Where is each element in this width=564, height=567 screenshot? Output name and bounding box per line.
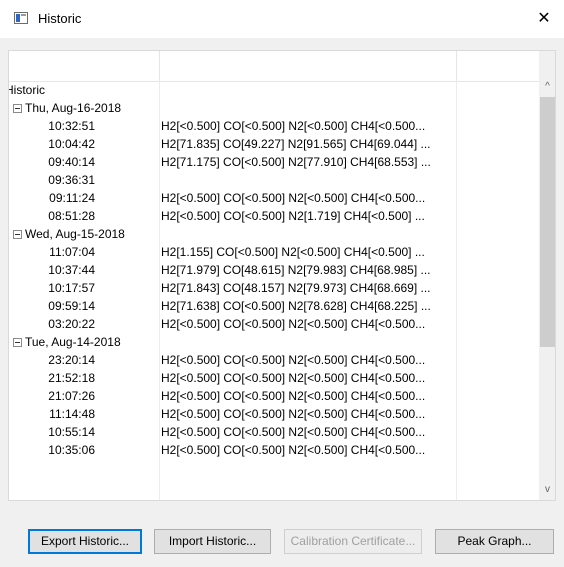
time-cell: 21:52:18 [48,371,95,385]
collapse-icon[interactable] [13,338,22,347]
time-cell: 10:37:44 [48,263,95,277]
value-cell: H2[<0.500] CO[<0.500] N2[<0.500] CH4[<0.… [161,371,426,385]
value-cell [160,171,457,189]
app-window-icon [14,12,28,24]
date-group-row[interactable]: Thu, Aug-16-2018 [9,99,539,117]
date-group-row[interactable]: Tue, Aug-14-2018 [9,333,539,351]
table-row[interactable]: 10:55:14 H2[<0.500] CO[<0.500] N2[<0.500]… [9,423,539,441]
export-historic-button[interactable]: Export Historic... [28,529,142,554]
value-cell: H2[<0.500] CO[<0.500] N2[<0.500] CH4[<0.… [161,407,426,421]
window-title: Historic [38,11,82,26]
close-icon[interactable]: ✕ [524,0,564,38]
header-separator [456,51,457,81]
table-row[interactable]: 10:35:06 H2[<0.500] CO[<0.500] N2[<0.500]… [9,441,539,459]
value-cell: H2[<0.500] CO[<0.500] N2[<0.500] CH4[<0.… [161,425,426,439]
table-row[interactable]: 09:36:31 [9,171,539,189]
date-label: Tue, Aug-14-2018 [25,335,121,349]
calibration-certificate-button: Calibration Certificate... [284,529,422,554]
table-row[interactable]: 11:07:04 H2[1.155] CO[<0.500] N2[<0.500] … [9,243,539,261]
time-cell: 10:35:06 [48,443,95,457]
value-cell: H2[<0.500] CO[<0.500] N2[<0.500] CH4[<0.… [161,443,426,457]
time-cell: 09:59:14 [48,299,95,313]
table-row[interactable]: 11:14:48 H2[<0.500] CO[<0.500] N2[<0.500]… [9,405,539,423]
time-cell: 23:20:14 [48,353,95,367]
collapse-icon[interactable] [13,230,22,239]
table-row[interactable]: 10:04:42 H2[71.835] CO[49.227] N2[91.565]… [9,135,539,153]
table-row[interactable]: 09:59:14 H2[71.638] CO[<0.500] N2[78.628]… [9,297,539,315]
time-cell: 08:51:28 [48,209,95,223]
time-cell: 11:07:04 [49,245,95,259]
time-cell: 09:11:24 [49,191,95,205]
value-cell: H2[71.835] CO[49.227] N2[91.565] CH4[69.… [161,137,431,151]
tree-root[interactable]: Historic [9,81,539,99]
table-row[interactable]: 09:40:14 H2[71.175] CO[<0.500] N2[77.910]… [9,153,539,171]
value-cell: H2[<0.500] CO[<0.500] N2[<0.500] CH4[<0.… [161,353,426,367]
time-cell: 10:17:57 [48,281,95,295]
date-label: Thu, Aug-16-2018 [25,101,122,115]
table-row[interactable]: 21:07:26 H2[<0.500] CO[<0.500] N2[<0.500]… [9,387,539,405]
table-row[interactable]: 03:20:22 H2[<0.500] CO[<0.500] N2[<0.500]… [9,315,539,333]
time-cell: 21:07:26 [48,389,95,403]
value-cell: H2[<0.500] CO[<0.500] N2[1.719] CH4[<0.5… [161,209,425,223]
date-group-row[interactable]: Wed, Aug-15-2018 [9,225,539,243]
scroll-down-icon[interactable]: v [539,482,555,498]
peak-graph-button[interactable]: Peak Graph... [435,529,554,554]
table-row[interactable]: 09:11:24 H2[<0.500] CO[<0.500] N2[<0.500]… [9,189,539,207]
time-cell: 10:32:51 [48,119,95,133]
table-row[interactable]: 10:37:44 H2[71.979] CO[48.615] N2[79.983]… [9,261,539,279]
time-cell: 10:04:42 [48,137,95,151]
time-cell: 09:36:31 [48,173,95,187]
table-row[interactable]: 23:20:14 H2[<0.500] CO[<0.500] N2[<0.500]… [9,351,539,369]
grid-header [9,51,539,82]
title-bar: Historic ✕ [0,0,564,38]
scroll-thumb[interactable] [540,97,555,347]
value-cell: H2[71.175] CO[<0.500] N2[77.910] CH4[68.… [161,155,431,169]
time-cell: 11:14:48 [49,407,95,421]
date-label: Wed, Aug-15-2018 [25,227,125,241]
table-row[interactable]: 10:17:57 H2[71.843] CO[48.157] N2[79.973]… [9,279,539,297]
table-row[interactable]: 08:51:28 H2[<0.500] CO[<0.500] N2[1.719] … [9,207,539,225]
value-cell: H2[<0.500] CO[<0.500] N2[<0.500] CH4[<0.… [161,389,426,403]
vertical-scrollbar[interactable]: ^ v [539,51,555,500]
value-cell: H2[71.979] CO[48.615] N2[79.983] CH4[68.… [161,263,431,277]
time-cell: 10:55:14 [48,425,95,439]
scroll-up-icon[interactable]: ^ [539,79,555,95]
header-separator [159,51,160,81]
tree-rows: Historic Thu, Aug-16-2018 10:32:51 H2[<0.… [9,81,539,459]
value-cell: H2[1.155] CO[<0.500] N2[<0.500] CH4[<0.5… [161,245,425,259]
toolbar-strip [0,38,564,50]
tree-root-label: Historic [8,83,46,97]
table-row[interactable]: 21:52:18 H2[<0.500] CO[<0.500] N2[<0.500]… [9,369,539,387]
historic-tree-grid[interactable]: Historic Thu, Aug-16-2018 10:32:51 H2[<0.… [8,50,556,501]
value-cell: H2[<0.500] CO[<0.500] N2[<0.500] CH4[<0.… [161,119,426,133]
value-cell: H2[71.638] CO[<0.500] N2[78.628] CH4[68.… [161,299,431,313]
value-cell: H2[<0.500] CO[<0.500] N2[<0.500] CH4[<0.… [161,191,426,205]
value-cell: H2[71.843] CO[48.157] N2[79.973] CH4[68.… [161,281,431,295]
value-cell: H2[<0.500] CO[<0.500] N2[<0.500] CH4[<0.… [161,317,426,331]
import-historic-button[interactable]: Import Historic... [154,529,271,554]
table-row[interactable]: 10:32:51 H2[<0.500] CO[<0.500] N2[<0.500]… [9,117,539,135]
time-cell: 03:20:22 [48,317,95,331]
time-cell: 09:40:14 [48,155,95,169]
collapse-icon[interactable] [13,104,22,113]
